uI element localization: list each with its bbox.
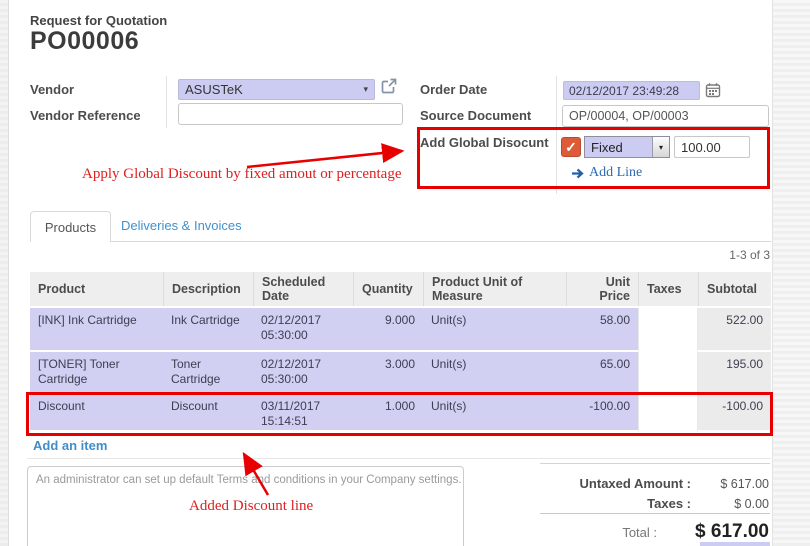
- pager: 1-3 of 3: [729, 248, 770, 262]
- cell-quantity[interactable]: 1.000: [353, 394, 423, 432]
- annotation-note-top: Apply Global Discount by fixed amout or …: [82, 166, 402, 183]
- cell-subtotal[interactable]: 195.00: [698, 352, 771, 394]
- source-document-label: Source Document: [420, 108, 531, 123]
- col-header-quantity: Quantity: [353, 272, 423, 306]
- cell-scheduled-date[interactable]: 03/11/2017 15:14:51: [253, 394, 353, 432]
- cell-scheduled-date[interactable]: 02/12/2017 05:30:00: [253, 352, 353, 394]
- page-title: PO00006: [30, 27, 139, 56]
- col-header-scheduled-date: Scheduled Date: [253, 272, 353, 306]
- cell-description[interactable]: Discount: [163, 394, 253, 432]
- col-header-unit-price: Unit Price: [566, 272, 638, 306]
- col-header-taxes: Taxes: [638, 272, 698, 306]
- cell-quantity[interactable]: 3.000: [353, 352, 423, 394]
- arrow-right-icon: [571, 168, 584, 179]
- table-row[interactable]: [INK] Ink Cartridge Ink Cartridge 02/12/…: [30, 308, 771, 352]
- cell-uom[interactable]: Unit(s): [423, 394, 566, 432]
- discount-amount-input[interactable]: [674, 136, 750, 158]
- vendor-value: ASUSTeK: [185, 82, 243, 97]
- totals-divider-bottom: [540, 513, 770, 514]
- cell-product[interactable]: [INK] Ink Cartridge: [30, 308, 163, 352]
- taxes-value: $ 0.00: [691, 497, 769, 511]
- page-margin-left: [0, 0, 9, 546]
- cell-uom[interactable]: Unit(s): [423, 352, 566, 394]
- cell-scheduled-date[interactable]: 02/12/2017 05:30:00: [253, 308, 353, 352]
- cell-unit-price[interactable]: 65.00: [566, 352, 638, 394]
- vendor-select[interactable]: ASUSTeK ▾: [178, 79, 375, 100]
- col-header-product: Product: [30, 272, 163, 306]
- table-row-discount[interactable]: Discount Discount 03/11/2017 15:14:51 1.…: [30, 394, 771, 432]
- taxes-row: Taxes : $ 0.00: [540, 496, 769, 511]
- discount-type-select[interactable]: Fixed ▾: [584, 136, 670, 158]
- total-label: Total :: [540, 525, 657, 540]
- cell-product[interactable]: [TONER] Toner Cartridge: [30, 352, 163, 394]
- rfq-form-screen: Request for Quotation PO00006 Vendor Ven…: [0, 0, 810, 546]
- checkmark-icon: ✓: [565, 139, 577, 156]
- section-divider: [27, 458, 771, 459]
- col-header-uom: Product Unit of Measure: [423, 272, 566, 306]
- total-value: $ 617.00: [657, 521, 769, 543]
- doc-type-label: Request for Quotation: [30, 13, 167, 28]
- add-line-label: Add Line: [589, 165, 642, 181]
- page-margin-right: [772, 0, 810, 546]
- cell-taxes[interactable]: [638, 394, 698, 432]
- total-row: Total : $ 617.00: [540, 521, 769, 543]
- untaxed-amount-row: Untaxed Amount : $ 617.00: [540, 476, 769, 491]
- discount-type-value: Fixed: [585, 140, 623, 155]
- source-document-input[interactable]: [562, 105, 769, 127]
- vendor-reference-input[interactable]: [178, 103, 403, 125]
- global-discount-label: Add Global Disocunt: [420, 135, 549, 150]
- chevron-down-icon: ▾: [659, 143, 663, 152]
- annotation-arrow-top: [247, 151, 402, 167]
- form-divider-right: [556, 76, 557, 194]
- chevron-down-icon: ▾: [363, 85, 368, 94]
- cell-taxes[interactable]: [638, 352, 698, 394]
- totals-divider-top: [540, 463, 770, 464]
- col-header-subtotal: Subtotal: [698, 272, 771, 306]
- cell-unit-price[interactable]: 58.00: [566, 308, 638, 352]
- calendar-icon[interactable]: [705, 82, 721, 98]
- total-highlight-strip: [700, 542, 770, 546]
- order-date-input[interactable]: [563, 81, 700, 100]
- order-date-label: Order Date: [420, 82, 487, 97]
- external-link-icon[interactable]: [380, 77, 398, 95]
- add-an-item-link[interactable]: Add an item: [33, 438, 107, 453]
- table-header-row: Product Description Scheduled Date Quant…: [30, 272, 771, 308]
- cell-uom[interactable]: Unit(s): [423, 308, 566, 352]
- cell-unit-price[interactable]: -100.00: [566, 394, 638, 432]
- vendor-reference-label: Vendor Reference: [30, 108, 141, 123]
- untaxed-amount-label: Untaxed Amount :: [540, 476, 691, 491]
- annotation-note-bottom: Added Discount line: [189, 498, 313, 515]
- cell-taxes[interactable]: [638, 308, 698, 352]
- untaxed-amount-value: $ 617.00: [691, 477, 769, 491]
- order-lines-table: Product Description Scheduled Date Quant…: [30, 272, 771, 432]
- cell-subtotal[interactable]: -100.00: [698, 394, 771, 432]
- cell-description[interactable]: Ink Cartridge: [163, 308, 253, 352]
- add-line-button[interactable]: Add Line: [571, 165, 642, 181]
- table-row[interactable]: [TONER] Toner Cartridge Toner Cartridge …: [30, 352, 771, 394]
- global-discount-checkbox[interactable]: ✓: [561, 137, 581, 157]
- form-divider-left: [166, 76, 167, 128]
- tabbar-divider: [30, 241, 771, 242]
- tab-deliveries-invoices[interactable]: Deliveries & Invoices: [121, 218, 242, 233]
- cell-product[interactable]: Discount: [30, 394, 163, 432]
- taxes-label: Taxes :: [540, 496, 691, 511]
- cell-description[interactable]: Toner Cartridge: [163, 352, 253, 394]
- col-header-description: Description: [163, 272, 253, 306]
- vendor-label: Vendor: [30, 82, 74, 97]
- cell-quantity[interactable]: 9.000: [353, 308, 423, 352]
- tab-products[interactable]: Products: [30, 211, 111, 242]
- cell-subtotal[interactable]: 522.00: [698, 308, 771, 352]
- select-dropdown-button[interactable]: ▾: [652, 137, 669, 157]
